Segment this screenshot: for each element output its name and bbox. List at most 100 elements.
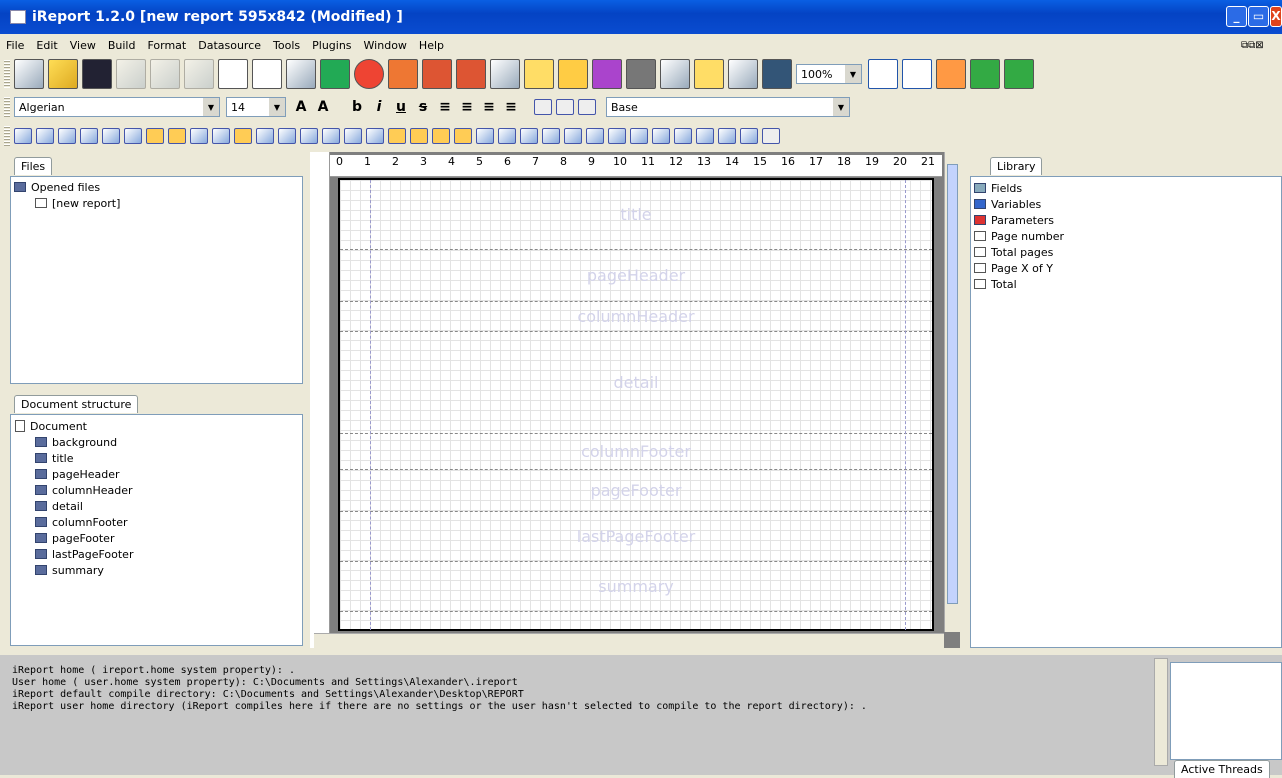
menu-file[interactable]: File <box>0 39 30 52</box>
join-left-icon[interactable] <box>476 128 494 144</box>
maximize-button[interactable]: ▭ <box>1248 6 1269 27</box>
band-page-header[interactable]: pageHeader <box>340 250 932 302</box>
close-button[interactable]: X <box>1270 6 1282 27</box>
bold-button[interactable]: b <box>348 98 366 116</box>
valign-middle-icon[interactable] <box>556 99 574 115</box>
toolbar-grip[interactable] <box>4 59 10 89</box>
font-combo[interactable]: Algerian ▼ <box>14 97 220 117</box>
zoom-combo[interactable]: 100% ▼ <box>796 64 862 84</box>
band-column-header[interactable]: columnHeader <box>340 302 932 332</box>
static-text-icon[interactable] <box>422 59 452 89</box>
zoom-in-icon[interactable] <box>868 59 898 89</box>
band-summary[interactable]: summary <box>340 562 932 612</box>
run-icon[interactable] <box>970 59 1000 89</box>
valign-top-icon[interactable] <box>534 99 552 115</box>
align-band-bottom-icon[interactable] <box>168 128 186 144</box>
hspace-increase-icon[interactable] <box>322 128 340 144</box>
scroll-thumb[interactable] <box>947 164 958 604</box>
vspace-equal-icon[interactable] <box>388 128 406 144</box>
tab-document-structure[interactable]: Document structure <box>14 395 139 413</box>
structure-root[interactable]: Document <box>11 418 302 434</box>
tree-item-title[interactable]: title <box>11 450 302 466</box>
hspace-equal-icon[interactable] <box>300 128 318 144</box>
center-vertical-icon[interactable] <box>278 128 296 144</box>
menu-format[interactable]: Format <box>141 39 192 52</box>
font-size-combo[interactable]: 14 ▼ <box>226 97 286 117</box>
align-band-top-icon[interactable] <box>146 128 164 144</box>
menu-edit[interactable]: Edit <box>30 39 63 52</box>
new-report-icon[interactable] <box>14 59 44 89</box>
tree-item-lastpagefooter[interactable]: lastPageFooter <box>11 546 302 562</box>
tree-item-summary[interactable]: summary <box>11 562 302 578</box>
chevron-down-icon[interactable]: ▼ <box>203 98 219 116</box>
menu-build[interactable]: Build <box>102 39 142 52</box>
designer-hscrollbar[interactable] <box>314 633 944 648</box>
move-down-icon[interactable] <box>564 128 582 144</box>
zoom-out-icon[interactable] <box>902 59 932 89</box>
hspace-decrease-icon[interactable] <box>344 128 362 144</box>
italic-button[interactable]: i <box>370 98 388 116</box>
fit-height-icon[interactable] <box>652 128 670 144</box>
rectangle-tool-icon[interactable] <box>286 59 316 89</box>
vspace-decrease-icon[interactable] <box>432 128 450 144</box>
vspace-increase-icon[interactable] <box>410 128 428 144</box>
align-lefts-icon[interactable] <box>14 128 32 144</box>
grid-icon[interactable] <box>762 128 780 144</box>
tab-library[interactable]: Library <box>990 157 1043 175</box>
send-back-icon[interactable] <box>608 128 626 144</box>
center-horizontal-icon[interactable] <box>256 128 274 144</box>
tree-item-background[interactable]: background <box>11 434 302 450</box>
band-detail[interactable]: detail <box>340 332 932 434</box>
library-item-page-x-of-y[interactable]: Page X of Y <box>971 260 1281 276</box>
band-column-footer[interactable]: columnFooter <box>340 434 932 470</box>
tree-item-detail[interactable]: detail <box>11 498 302 514</box>
center-page-icon[interactable] <box>696 128 714 144</box>
ellipse-tool-icon[interactable] <box>354 59 384 89</box>
fit-width-icon[interactable] <box>630 128 648 144</box>
band-page-footer[interactable]: pageFooter <box>340 470 932 512</box>
same-size-icon[interactable] <box>234 128 252 144</box>
compile-icon[interactable] <box>936 59 966 89</box>
same-width-icon[interactable] <box>190 128 208 144</box>
library-item-parameters[interactable]: Parameters <box>971 212 1281 228</box>
style-combo[interactable]: Base ▼ <box>606 97 850 117</box>
menu-help[interactable]: Help <box>413 39 450 52</box>
menu-window[interactable]: Window <box>358 39 413 52</box>
tree-item-pagefooter[interactable]: pageFooter <box>11 530 302 546</box>
minimize-button[interactable]: _ <box>1226 6 1247 27</box>
paste-icon[interactable] <box>184 59 214 89</box>
align-vcenter-icon[interactable] <box>102 128 120 144</box>
frame-icon[interactable] <box>592 59 622 89</box>
library-item-page-number[interactable]: Page number <box>971 228 1281 244</box>
tree-item-pageheader[interactable]: pageHeader <box>11 466 302 482</box>
tab-files[interactable]: Files <box>14 157 53 175</box>
align-center-icon[interactable]: ≡ <box>458 98 476 116</box>
center-all-icon[interactable] <box>740 128 758 144</box>
files-item[interactable]: [new report] <box>11 195 302 211</box>
hspace-remove-icon[interactable] <box>366 128 384 144</box>
console-vscrollbar[interactable] <box>1154 658 1168 766</box>
align-bottoms-icon[interactable] <box>80 128 98 144</box>
vspace-remove-icon[interactable] <box>454 128 472 144</box>
align-hcenter-icon[interactable] <box>124 128 142 144</box>
subreport-icon[interactable] <box>490 59 520 89</box>
align-left-icon[interactable]: ≡ <box>436 98 454 116</box>
fonts-icon[interactable] <box>728 59 758 89</box>
fit-both-icon[interactable] <box>674 128 692 144</box>
join-right-icon[interactable] <box>498 128 516 144</box>
increase-font-icon[interactable]: A <box>292 98 310 116</box>
crosstab-icon[interactable] <box>558 59 588 89</box>
rounded-rect-tool-icon[interactable] <box>320 59 350 89</box>
center-band-icon[interactable] <box>718 128 736 144</box>
align-right-icon[interactable]: ≡ <box>480 98 498 116</box>
valign-bottom-icon[interactable] <box>578 99 596 115</box>
designer-vscrollbar[interactable] <box>944 152 960 632</box>
chevron-down-icon[interactable]: ▼ <box>845 65 861 83</box>
underline-button[interactable]: u <box>392 98 410 116</box>
line-tool-icon[interactable] <box>252 59 282 89</box>
chart-tool-icon[interactable] <box>524 59 554 89</box>
tree-item-columnheader[interactable]: columnHeader <box>11 482 302 498</box>
library-item-fields[interactable]: Fields <box>971 180 1281 196</box>
library-item-variables[interactable]: Variables <box>971 196 1281 212</box>
image-tool-icon[interactable] <box>388 59 418 89</box>
